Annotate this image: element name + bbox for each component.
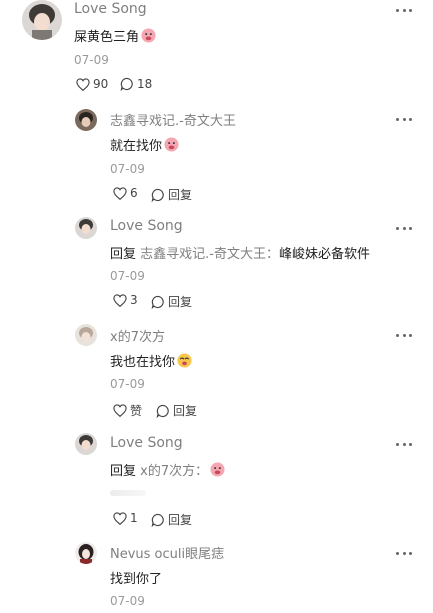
avatar[interactable]: [75, 433, 97, 455]
comment-icon: [156, 404, 169, 418]
avatar[interactable]: [75, 109, 97, 131]
like-button[interactable]: 1: [113, 511, 138, 525]
reply-body: 就在找你: [110, 139, 163, 154]
comment-text: 屎黄色三角: [74, 26, 156, 45]
reply-button[interactable]: 回复: [156, 402, 197, 419]
reply-text: 就在找你: [110, 135, 179, 154]
like-button[interactable]: 90: [76, 77, 108, 91]
reply-count: 18: [137, 77, 153, 91]
more-options-icon[interactable]: [396, 328, 412, 342]
reply-text: 回复 志鑫寻戏记.-奇文大王：峰峻妹必备软件: [110, 243, 370, 262]
reply-date: 07-09: [110, 162, 145, 176]
avatar[interactable]: [75, 324, 97, 346]
more-options-icon[interactable]: [396, 546, 412, 560]
reply-mention[interactable]: 志鑫寻戏记.-奇文大王：: [140, 247, 279, 262]
like-label: 赞: [130, 404, 143, 418]
avatar[interactable]: [75, 217, 97, 239]
avatar[interactable]: [22, 0, 62, 40]
comment-icon: [120, 77, 133, 91]
comment-author[interactable]: Love Song: [74, 1, 147, 17]
reply-text: 找到你了: [110, 568, 162, 587]
reply-button[interactable]: 回复: [151, 511, 192, 528]
reply-button[interactable]: 回复: [151, 293, 192, 310]
reply-date: 07-09: [110, 594, 145, 608]
emoji-icon: [164, 137, 179, 152]
more-options-icon[interactable]: [396, 112, 412, 126]
more-options-icon[interactable]: [396, 221, 412, 235]
like-count: 90: [93, 77, 109, 91]
like-button[interactable]: 赞: [113, 402, 142, 419]
reply-text: 回复 x的7次方：: [110, 460, 225, 479]
emoji-icon: [177, 353, 192, 368]
comment-icon: [151, 513, 164, 527]
reply-author[interactable]: 志鑫寻戏记.-奇文大王: [110, 110, 236, 129]
reply-button[interactable]: 回复: [151, 186, 192, 203]
heart-icon: [76, 77, 90, 91]
like-count: 3: [130, 293, 138, 307]
reply-label: 回复: [168, 188, 193, 202]
reply-label: 回复: [168, 513, 193, 527]
heart-icon: [113, 186, 127, 200]
heart-icon: [113, 511, 127, 525]
reply-label: 回复: [173, 404, 198, 418]
hidden-content-placeholder: [110, 490, 146, 496]
reply-author[interactable]: Love Song: [110, 435, 183, 451]
emoji-icon: [141, 28, 156, 43]
more-options-icon[interactable]: [396, 3, 412, 17]
reply-author[interactable]: x的7次方: [110, 326, 165, 345]
reply-author[interactable]: Love Song: [110, 218, 183, 234]
reply-button[interactable]: 18: [120, 77, 152, 91]
reply-label: 回复: [168, 295, 193, 309]
comment-body: 屎黄色三角: [74, 30, 140, 45]
reply-body: 我也在找你: [110, 355, 176, 370]
reply-prefix: 回复: [110, 247, 137, 262]
like-count: 1: [130, 511, 138, 525]
reply-prefix: 回复: [110, 464, 137, 479]
like-button[interactable]: 6: [113, 186, 138, 200]
reply-body: 峰峻妹必备软件: [278, 247, 370, 262]
like-button[interactable]: 3: [113, 293, 138, 307]
reply-body: 找到你了: [110, 572, 163, 587]
avatar[interactable]: [75, 542, 97, 564]
reply-date: 07-09: [110, 377, 145, 391]
comment-icon: [151, 188, 164, 202]
comment-date: 07-09: [74, 53, 109, 67]
reply-date: 07-09: [110, 269, 145, 283]
like-count: 6: [130, 186, 138, 200]
heart-icon: [113, 293, 127, 307]
reply-text: 我也在找你: [110, 351, 192, 370]
comment-icon: [151, 295, 164, 309]
reply-mention[interactable]: x的7次方：: [140, 464, 208, 479]
heart-icon: [113, 404, 127, 417]
emoji-icon: [210, 462, 225, 477]
more-options-icon[interactable]: [396, 437, 412, 451]
reply-author[interactable]: Nevus oculi眼尾痣: [110, 543, 224, 562]
